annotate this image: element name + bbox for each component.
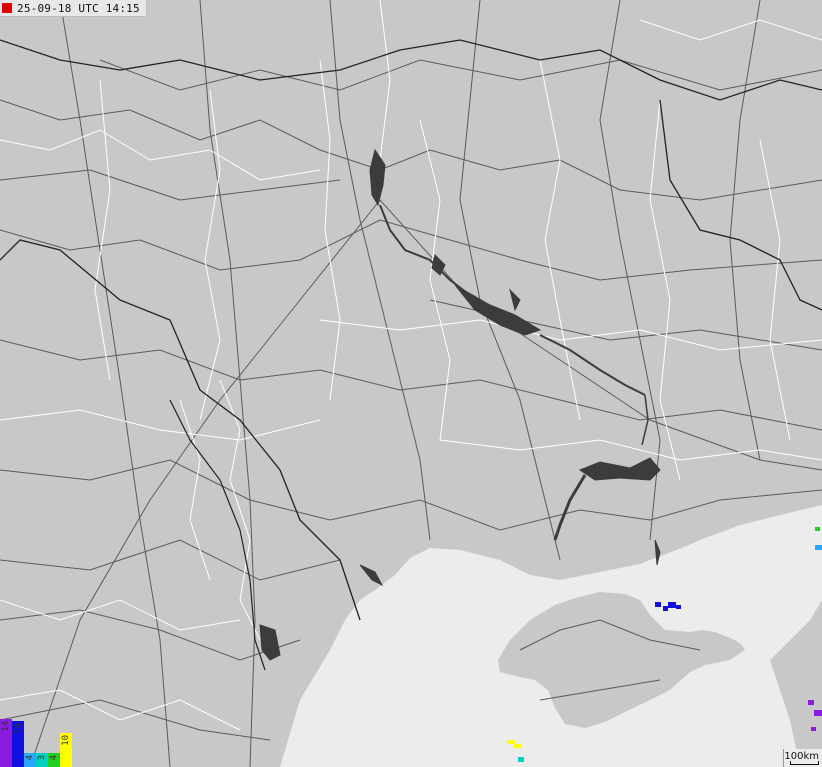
legend-bar: 10 bbox=[60, 733, 72, 767]
lightning-map[interactable] bbox=[0, 0, 822, 767]
strike-cluster-blue bbox=[676, 605, 681, 609]
legend-count: 4 bbox=[25, 755, 35, 761]
legend-bar: 14 bbox=[12, 721, 24, 767]
scale-tick-right bbox=[818, 761, 819, 765]
legend-count: 14 bbox=[13, 723, 23, 734]
legend-bar: 4 bbox=[24, 753, 36, 767]
legend-bar: 4 bbox=[48, 753, 60, 767]
strike-cyan bbox=[518, 757, 524, 762]
strike-yellow bbox=[507, 740, 515, 744]
strike-cluster-blue bbox=[655, 602, 661, 607]
legend-count: 10 bbox=[61, 735, 71, 746]
legend-count: 14 bbox=[1, 721, 11, 732]
legend-count: 4 bbox=[49, 755, 59, 761]
scale-bar: 100km bbox=[783, 749, 822, 767]
strike-yellow bbox=[514, 744, 521, 748]
scale-tick-left bbox=[790, 761, 791, 765]
strike-purple bbox=[811, 727, 816, 731]
strike-cluster-blue bbox=[668, 602, 676, 608]
strike-purple bbox=[814, 710, 822, 716]
strike-purple bbox=[808, 700, 814, 705]
timestamp-bar: 25-09-18 UTC 14:15 bbox=[0, 0, 147, 17]
scale-line bbox=[790, 764, 819, 765]
timestamp: 25-09-18 UTC 14:15 bbox=[17, 1, 140, 15]
legend-bar: 3 bbox=[36, 753, 48, 767]
strike-green bbox=[815, 527, 820, 531]
strike-cluster-blue bbox=[663, 606, 668, 611]
strike-lightblue bbox=[815, 545, 822, 550]
legend-count: 3 bbox=[37, 755, 47, 761]
age-legend: 14 14 4 3 4 10 bbox=[0, 719, 72, 767]
legend-bar: 14 bbox=[0, 719, 12, 767]
live-indicator-icon bbox=[2, 3, 12, 13]
